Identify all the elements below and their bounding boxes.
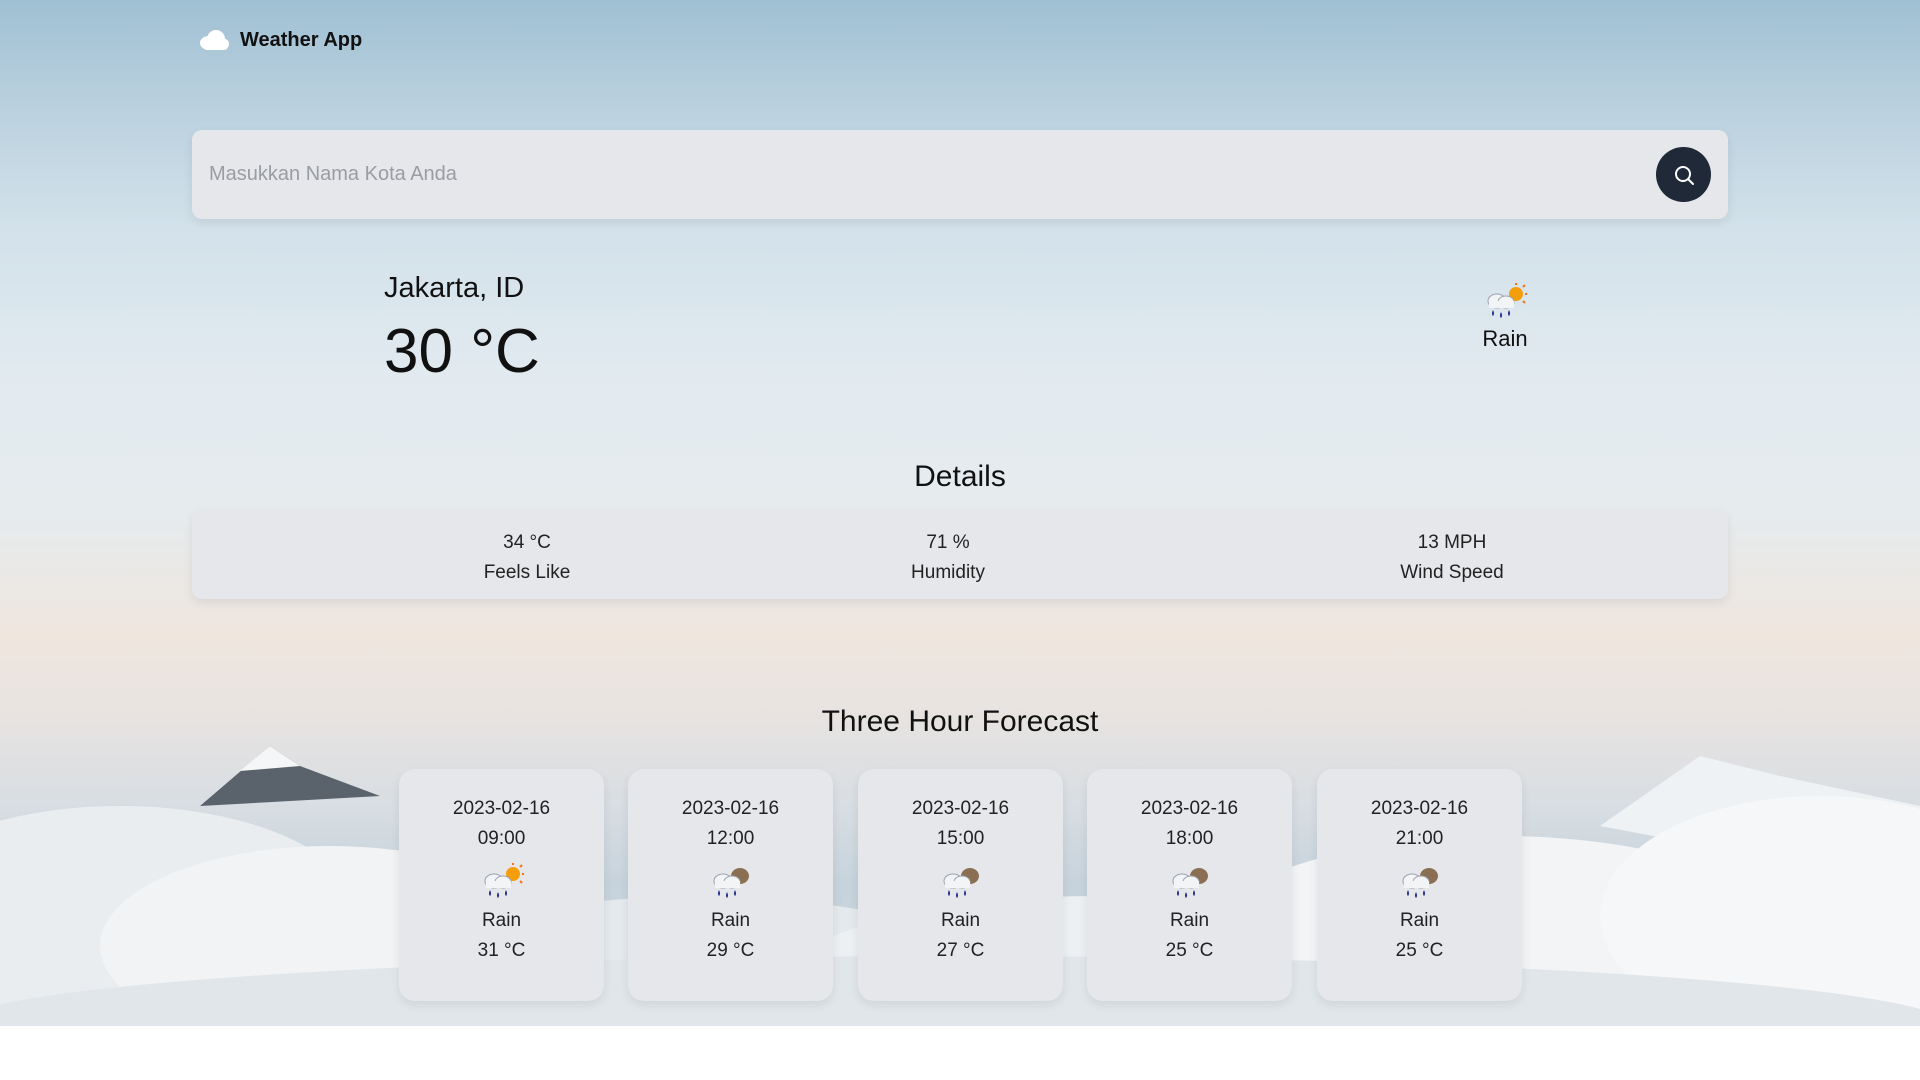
detail-label: Humidity (911, 562, 985, 583)
city-search-input[interactable] (192, 130, 1656, 219)
details-title: Details (914, 460, 1006, 493)
forecast-date: 2023-02-16 (452, 798, 551, 819)
forecast-temp: 31 °C (477, 940, 526, 961)
forecast-time: 12:00 (706, 828, 755, 849)
detail-value: 34 °C (503, 532, 551, 553)
forecast-date: 2023-02-16 (681, 798, 780, 819)
forecast-card: 2023-02-16 09:00 Rain 31 °C (399, 769, 604, 1001)
forecast-temp: 25 °C (1165, 940, 1214, 961)
rain-cloud-icon (713, 868, 749, 898)
forecast-condition: Rain (710, 910, 751, 931)
forecast-card: 2023-02-16 12:00 Rain 29 °C (628, 769, 833, 1001)
rain-cloud-icon (1172, 868, 1208, 898)
cloud-icon (200, 30, 229, 50)
detail-wind-speed: 13 MPH Wind Speed (1332, 528, 1572, 588)
forecast-card: 2023-02-16 15:00 Rain 27 °C (858, 769, 1063, 1001)
rain-sun-icon (484, 863, 524, 898)
app-title: Weather App (240, 28, 363, 51)
forecast-date: 2023-02-16 (1140, 798, 1239, 819)
detail-label: Feels Like (483, 562, 571, 583)
forecast-time: 18:00 (1165, 828, 1214, 849)
forecast-temp: 25 °C (1395, 940, 1444, 961)
forecast-date: 2023-02-16 (911, 798, 1010, 819)
detail-value: 13 MPH (1417, 532, 1487, 553)
forecast-time: 15:00 (936, 828, 985, 849)
current-city: Jakarta, ID (384, 272, 525, 304)
forecast-time: 21:00 (1395, 828, 1444, 849)
search-icon (1674, 165, 1694, 185)
rain-cloud-icon (943, 868, 979, 898)
detail-feels-like: 34 °C Feels Like (407, 528, 647, 588)
app-header: Weather App (198, 28, 362, 52)
search-button[interactable] (1656, 147, 1711, 202)
details-panel: 34 °C Feels Like 71 % Humidity 13 MPH Wi… (192, 510, 1728, 599)
forecast-date: 2023-02-16 (1370, 798, 1469, 819)
forecast-condition: Rain (481, 910, 522, 931)
forecast-temp: 29 °C (706, 940, 755, 961)
forecast-condition: Rain (1399, 910, 1440, 931)
forecast-temp: 27 °C (936, 940, 985, 961)
current-condition: Rain (1460, 282, 1550, 352)
current-condition-label: Rain (1482, 326, 1528, 351)
forecast-card: 2023-02-16 18:00 Rain 25 °C (1087, 769, 1292, 1001)
forecast-title: Three Hour Forecast (821, 705, 1099, 738)
search-bar (192, 130, 1728, 219)
current-temperature: 30 °C (384, 317, 540, 386)
forecast-card: 2023-02-16 21:00 Rain 25 °C (1317, 769, 1522, 1001)
detail-label: Wind Speed (1400, 562, 1504, 583)
forecast-time: 09:00 (477, 828, 526, 849)
rain-sun-icon (1487, 283, 1527, 318)
forecast-condition: Rain (940, 910, 981, 931)
detail-humidity: 71 % Humidity (828, 528, 1068, 588)
forecast-condition: Rain (1169, 910, 1210, 931)
detail-value: 71 % (926, 532, 970, 553)
rain-cloud-icon (1402, 868, 1438, 898)
